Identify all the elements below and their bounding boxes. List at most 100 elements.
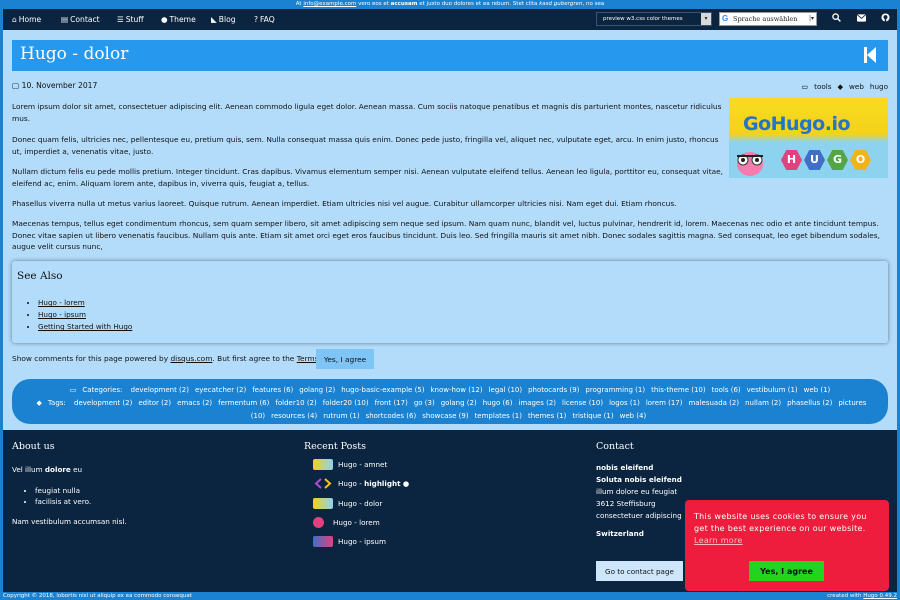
category-link[interactable]: web (1) xyxy=(804,386,831,394)
recent-post-label: Hugo - highlight ● xyxy=(338,479,409,488)
created-with: created with Hugo 0.49.2 xyxy=(827,592,897,600)
nav-contact[interactable]: ▤ Contact xyxy=(61,9,100,30)
question-icon: ? xyxy=(254,15,258,24)
tag-link[interactable]: logos (1) xyxy=(609,399,640,407)
chevron-down-icon: |▾ xyxy=(808,15,814,22)
category-link[interactable]: this-theme (10) xyxy=(651,386,706,394)
nav-blog[interactable]: ◣ Blog xyxy=(211,9,236,30)
disqus-link[interactable]: disqus.com xyxy=(170,354,212,363)
hex-letter: U xyxy=(804,150,825,170)
github-icon[interactable] xyxy=(881,9,890,30)
theme-preview-select[interactable]: preview w3.css color themes ▾ xyxy=(596,12,712,26)
search-icon[interactable] xyxy=(832,9,841,30)
comments-agree-button[interactable]: Yes, I agree xyxy=(316,349,374,369)
tag-link[interactable]: fermentum (6) xyxy=(218,399,269,407)
recent-post-label-bold: highlight xyxy=(364,479,401,488)
list-item: feugiat nulla xyxy=(35,485,127,496)
cookie-accept-button[interactable]: Yes, I agree xyxy=(749,561,824,581)
tag-link[interactable]: folder20 (10) xyxy=(323,399,369,407)
nav-home[interactable]: ⌂ Home xyxy=(12,9,41,30)
main-content: Hugo - dolor ▢ 10. November 2017 ▭ tools… xyxy=(3,30,897,430)
tag-link[interactable]: editor (2) xyxy=(138,399,171,407)
categories-row: ▭ Categories: development (2) eyecatcher (… xyxy=(12,384,888,397)
tag-link[interactable]: showcase (9) xyxy=(422,412,468,420)
recent-post-item[interactable]: Hugo - highlight ● xyxy=(313,478,409,489)
post-hero-image: GoHugo.io H U G O xyxy=(729,98,888,178)
emoji-icon: ● xyxy=(402,479,410,488)
category-link[interactable]: development (2) xyxy=(131,386,189,394)
category-link[interactable]: legal (10) xyxy=(489,386,523,394)
category-link[interactable]: hugo-basic-example (5) xyxy=(341,386,424,394)
tag-link[interactable]: hugo (6) xyxy=(483,399,513,407)
tag-link[interactable]: themes (1) xyxy=(528,412,566,420)
tag-link[interactable]: emacs (2) xyxy=(177,399,212,407)
category-link[interactable]: tools (6) xyxy=(712,386,741,394)
recent-post-item[interactable]: Hugo - ipsum xyxy=(313,536,386,547)
category-link[interactable]: golang (2) xyxy=(299,386,335,394)
tag-link[interactable]: templates (1) xyxy=(475,412,522,420)
see-also-link[interactable]: Hugo - ipsum xyxy=(38,310,86,319)
nav-stuff[interactable]: ☰ Stuff xyxy=(117,9,144,30)
cookie-learn-more-link[interactable]: Learn more xyxy=(694,535,880,547)
hugo-hexagons: H U G O xyxy=(781,150,871,170)
recent-post-label: Hugo - dolor xyxy=(338,499,383,508)
tag-link[interactable]: license (10) xyxy=(562,399,603,407)
tag-link[interactable]: rutrum (1) xyxy=(323,412,359,420)
tag-link[interactable]: folder10 (2) xyxy=(275,399,316,407)
tag-link[interactable]: go (3) xyxy=(414,399,435,407)
hugo-version-link[interactable]: Hugo 0.49.2 xyxy=(863,593,897,599)
contact-line: Soluta nobis eleifend xyxy=(596,475,682,484)
tag-link[interactable]: front (17) xyxy=(375,399,408,407)
post-paragraph: Donec quam felis, ultricies nec, pellent… xyxy=(12,135,719,156)
skip-back-icon[interactable] xyxy=(864,47,876,63)
post-tag[interactable]: web xyxy=(849,82,864,91)
contact-page-button[interactable]: Go to contact page xyxy=(596,561,683,581)
see-also-link[interactable]: Hugo - lorem xyxy=(38,298,85,307)
recent-post-item[interactable]: Hugo - dolor xyxy=(313,498,382,509)
list-item: facilisis at vero. xyxy=(35,496,127,507)
tag-link[interactable]: lorem (17) xyxy=(646,399,683,407)
tag-link[interactable]: malesuada (2) xyxy=(688,399,739,407)
post-tag[interactable]: hugo xyxy=(870,82,888,91)
see-also-box: See Also Hugo - lorem Hugo - ipsum Getti… xyxy=(12,261,888,343)
tag-link[interactable]: tristique (1) xyxy=(572,412,613,420)
tag-link[interactable]: golang (2) xyxy=(441,399,477,407)
category-link[interactable]: features (6) xyxy=(252,386,293,394)
post-paragraph: Lorem ipsum dolor sit amet, consectetuer… xyxy=(12,102,722,123)
category-link[interactable]: vestibulum (1) xyxy=(747,386,798,394)
contact-line: 3612 Steffisburg xyxy=(596,499,656,508)
topbar-email-link[interactable]: info@example.com xyxy=(303,1,356,7)
nav-label: Contact xyxy=(70,15,100,24)
home-icon: ⌂ xyxy=(12,15,17,24)
list-item: Hugo - ipsum xyxy=(38,309,132,321)
post-paragraph: Maecenas tempus, tellus eget condimentum… xyxy=(12,219,880,251)
tag-link[interactable]: images (2) xyxy=(518,399,556,407)
created-with-text: created with xyxy=(827,593,862,599)
tag-link[interactable]: resources (4) xyxy=(271,412,317,420)
tag-link[interactable]: web (4) xyxy=(620,412,647,420)
category-link[interactable]: photocards (9) xyxy=(528,386,579,394)
cookie-banner: This website uses cookies to ensure you … xyxy=(685,500,889,591)
tags-icon: ◆ xyxy=(36,399,42,407)
nav-theme[interactable]: ● Theme xyxy=(161,9,196,30)
topbar-text: , no sea xyxy=(582,1,605,7)
category-link[interactable]: eyecatcher (2) xyxy=(195,386,246,394)
bottom-bar: Copyright © 2018, lobortis nisl ut aliqu… xyxy=(0,592,900,600)
tag-link[interactable]: development (2) xyxy=(74,399,132,407)
nav-faq[interactable]: ? FAQ xyxy=(254,9,275,30)
topbar-text: vero eos et xyxy=(358,1,389,7)
categories-label: Categories: xyxy=(82,386,123,394)
post-tag[interactable]: tools xyxy=(814,82,831,91)
language-select[interactable]: G Sprache auswählen |▾ xyxy=(719,12,817,26)
category-link[interactable]: know-how (12) xyxy=(431,386,483,394)
recent-post-item[interactable]: Hugo - lorem xyxy=(313,517,380,528)
recent-post-item[interactable]: Hugo - amnet xyxy=(313,459,387,470)
tag-link[interactable]: phasellus (2) xyxy=(787,399,832,407)
envelope-icon[interactable] xyxy=(856,9,867,30)
tag-link[interactable]: shortcodes (6) xyxy=(366,412,417,420)
tag-link[interactable]: nullam (2) xyxy=(745,399,781,407)
see-also-link[interactable]: Getting Started with Hugo xyxy=(38,322,132,331)
navbar: ⌂ Home ▤ Contact ☰ Stuff ● Theme ◣ Blog … xyxy=(3,9,897,30)
category-link[interactable]: programming (1) xyxy=(585,386,645,394)
list-item: Getting Started with Hugo xyxy=(38,321,132,333)
